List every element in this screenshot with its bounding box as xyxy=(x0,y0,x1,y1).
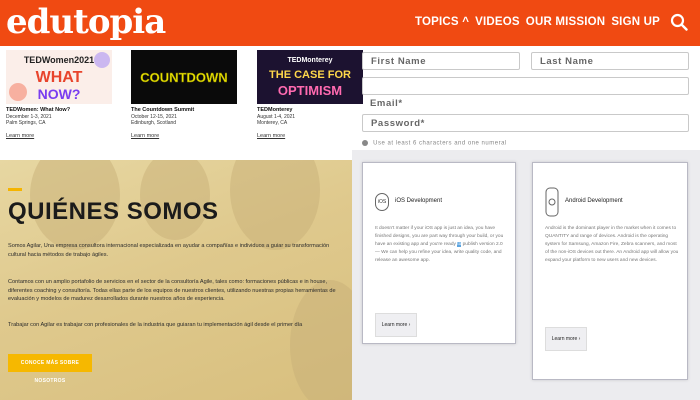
thumb-title: TEDWomen2021 xyxy=(24,55,94,65)
thumb-title: COUNTDOWN xyxy=(140,70,227,85)
about-section: QUIÉNES SOMOS Somos Agilar, Una empresa … xyxy=(0,160,352,400)
nav-sign-up[interactable]: SIGN UP xyxy=(611,16,660,28)
learn-more-button[interactable]: Learn more › xyxy=(545,327,587,351)
email-label: Email* xyxy=(370,98,403,109)
event-place: Palm Springs, CA xyxy=(6,120,46,127)
learn-more-link[interactable]: Learn more xyxy=(6,133,112,139)
event-card: COUNTDOWN The Countdown Summit October 1… xyxy=(131,50,237,139)
nav-our-mission[interactable]: OUR MISSION xyxy=(526,16,606,28)
about-paragraph: Contamos con un amplio portafolio de ser… xyxy=(8,279,336,303)
event-title[interactable]: The Countdown Summit xyxy=(131,107,237,114)
nav-videos[interactable]: VIDEOS xyxy=(475,16,520,28)
about-paragraph: Trabajar con Agilar es trabajar con prof… xyxy=(8,322,303,328)
about-more-button[interactable]: CONOCE MÁS SOBRE NOSOTROS xyxy=(8,354,92,384)
info-icon xyxy=(362,140,368,146)
event-title[interactable]: TEDMonterey xyxy=(257,107,363,114)
event-title[interactable]: TEDWomen: What Now? xyxy=(6,107,112,114)
card-title: Android Development xyxy=(565,198,623,204)
learn-more-link[interactable]: Learn more xyxy=(257,133,363,139)
learn-more-link[interactable]: Learn more xyxy=(131,133,237,139)
text-selection: to xyxy=(457,241,462,247)
ios-icon: iOS xyxy=(375,193,389,211)
heading-accent xyxy=(8,188,22,191)
nav-topics[interactable]: TOPICS ^ xyxy=(415,16,469,28)
card-body: Android is the dominant player in the ma… xyxy=(545,226,679,263)
service-card-ios: iOS iOS Development It doesn't matter if… xyxy=(362,162,516,344)
last-name-field[interactable]: Last Name xyxy=(531,52,689,70)
event-thumbnail[interactable]: TEDMonterey THE CASE FOR OPTIMISM xyxy=(257,50,363,104)
thumb-word: WHAT xyxy=(36,69,83,86)
learn-more-button[interactable]: Learn more › xyxy=(375,313,417,337)
site-logo[interactable]: edutopia xyxy=(6,2,166,42)
android-icon xyxy=(545,187,559,217)
thumb-word: NOW? xyxy=(38,86,81,102)
thumb-word: THE CASE FOR xyxy=(269,69,351,81)
card-body: It doesn't matter if your iOS app is jus… xyxy=(375,226,504,263)
photo-figure xyxy=(230,160,320,250)
password-hint: Use at least 6 characters and one numera… xyxy=(362,140,507,147)
first-name-field[interactable]: First Name xyxy=(362,52,520,70)
email-field-box[interactable] xyxy=(362,77,689,95)
event-card: TEDWomen2021 WHAT NOW? TEDWomen: What No… xyxy=(6,50,112,139)
thumb-word: OPTIMISM xyxy=(278,83,342,98)
about-paragraph: Somos Agilar, Una empresa consultora int… xyxy=(8,243,330,258)
event-place: Monterey, CA xyxy=(257,120,288,127)
event-card: TEDMonterey THE CASE FOR OPTIMISM TEDMon… xyxy=(257,50,363,139)
hint-text: Use at least 6 characters and one numera… xyxy=(373,140,507,147)
about-heading: QUIÉNES SOMOS xyxy=(8,198,219,225)
event-thumbnail[interactable]: TEDWomen2021 WHAT NOW? xyxy=(6,50,112,104)
thumb-title: TEDMonterey xyxy=(287,57,332,64)
search-icon[interactable] xyxy=(670,13,688,31)
password-field[interactable]: Password* xyxy=(362,114,689,132)
event-thumbnail[interactable]: COUNTDOWN xyxy=(131,50,237,104)
service-card-android: Android Development Android is the domin… xyxy=(532,162,688,380)
site-header: edutopia TOPICS ^ VIDEOS OUR MISSION SIG… xyxy=(0,0,700,46)
event-place: Edinburgh, Scotland xyxy=(131,120,177,127)
card-title: iOS Development xyxy=(395,198,443,204)
main-nav: TOPICS ^ VIDEOS OUR MISSION SIGN UP xyxy=(415,16,660,28)
